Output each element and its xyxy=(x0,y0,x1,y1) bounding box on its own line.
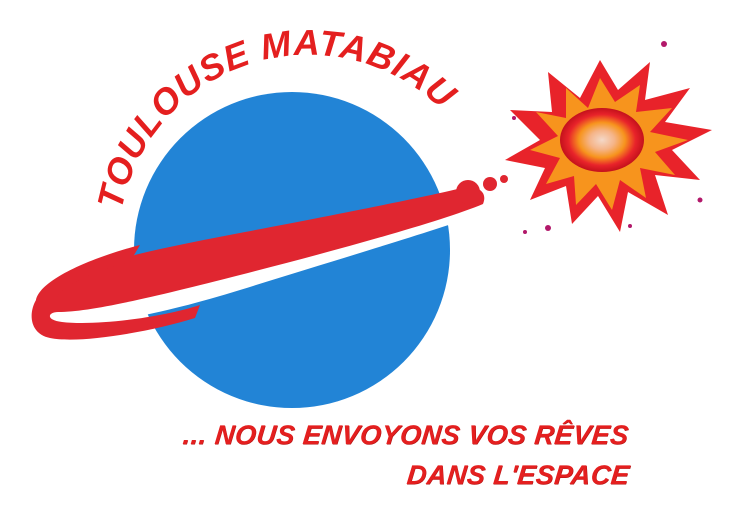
tagline-line-2: DANS L'ESPACE xyxy=(405,460,631,490)
ring-dot-small xyxy=(500,175,508,183)
ring-dot-medium xyxy=(483,177,497,191)
explosion-icon xyxy=(505,41,712,234)
tagline-line-1: ... NOUS ENVOYONS VOS RÊVES xyxy=(181,420,631,450)
ring-dot-large xyxy=(456,180,480,204)
